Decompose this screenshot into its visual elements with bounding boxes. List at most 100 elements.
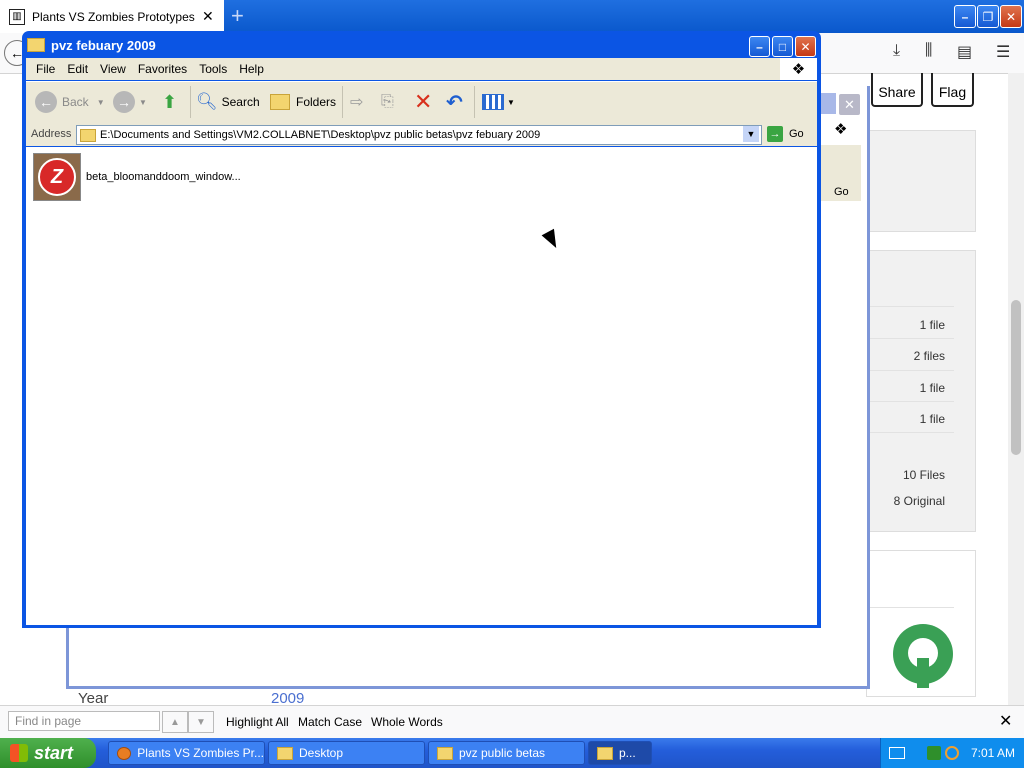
browser-tab-title: Plants VS Zombies Prototypes and bbox=[32, 9, 196, 24]
copy-to-icon: ⎘ bbox=[381, 93, 394, 110]
find-previous-button[interactable]: ▲ bbox=[162, 711, 188, 733]
info-card bbox=[866, 130, 976, 232]
network-icon[interactable] bbox=[927, 746, 941, 760]
search-icon[interactable] bbox=[945, 746, 959, 760]
windows-logo-icon: ❖ bbox=[780, 58, 817, 80]
folders-button[interactable]: Folders bbox=[270, 91, 336, 113]
taskbar-item-label: Plants VS Zombies Pr... bbox=[137, 746, 264, 760]
total-files: 10 Files bbox=[902, 468, 945, 482]
clock[interactable]: 7:01 AM bbox=[971, 746, 1015, 760]
search-label: Search bbox=[221, 95, 260, 109]
back-label: Back bbox=[62, 95, 89, 109]
divider bbox=[866, 432, 954, 433]
delete-icon: ✕ bbox=[414, 89, 433, 114]
page-scrollbar-thumb[interactable] bbox=[1011, 300, 1021, 455]
museum-icon: ▥ bbox=[9, 8, 25, 25]
address-field[interactable]: E:\Documents and Settings\VM2.COLLABNET\… bbox=[76, 125, 762, 145]
folder-icon bbox=[27, 38, 45, 52]
menu-help[interactable]: Help bbox=[239, 62, 264, 76]
menu-view[interactable]: View bbox=[100, 62, 126, 76]
go-label: Go bbox=[789, 128, 804, 140]
search-icon: 🔍︎ bbox=[196, 92, 218, 111]
download-icon[interactable]: ⤓ bbox=[893, 42, 900, 60]
divider bbox=[474, 86, 475, 118]
taskbar-item-pvz-febuary[interactable]: p... bbox=[588, 741, 652, 765]
new-tab-button[interactable]: + bbox=[231, 4, 244, 28]
menu-tools[interactable]: Tools bbox=[199, 62, 227, 76]
browser-maximize-button[interactable]: ❐ bbox=[977, 5, 999, 28]
highlight-all-option[interactable]: Highlight All bbox=[226, 715, 289, 729]
folder-icon bbox=[270, 94, 290, 110]
taskbar-item-label: Desktop bbox=[299, 746, 344, 760]
browser-minimize-button[interactable]: – bbox=[954, 5, 976, 28]
go-arrow-icon: → bbox=[767, 126, 783, 142]
undo-button[interactable]: ↶ bbox=[446, 91, 463, 114]
menu-file[interactable]: File bbox=[36, 62, 55, 76]
go-button[interactable]: → Go bbox=[767, 126, 804, 142]
taskbar-item-desktop[interactable]: Desktop bbox=[268, 741, 425, 765]
library-icon[interactable]: ⫼ bbox=[925, 42, 932, 60]
file-count: 1 file bbox=[919, 318, 945, 332]
divider bbox=[342, 86, 343, 118]
whole-words-option[interactable]: Whole Words bbox=[371, 715, 443, 729]
minimize-button[interactable]: – bbox=[749, 36, 770, 57]
divider bbox=[866, 306, 954, 307]
flag-button[interactable]: Flag bbox=[931, 73, 974, 107]
delete-button[interactable]: ✕ bbox=[414, 89, 433, 114]
menu-edit[interactable]: Edit bbox=[67, 62, 88, 76]
windows-logo-icon bbox=[10, 744, 28, 762]
background-close-button[interactable]: ✕ bbox=[838, 93, 861, 116]
system-tray: 7:01 AM bbox=[880, 738, 1024, 768]
chevron-down-icon[interactable]: ▼ bbox=[743, 126, 759, 142]
views-icon bbox=[482, 94, 504, 110]
taskbar-item-label: pvz public betas bbox=[459, 746, 546, 760]
file-name: beta_bloomanddoom_window... bbox=[86, 171, 241, 183]
start-button[interactable]: start bbox=[0, 738, 96, 768]
browser-tab[interactable]: ▥ Plants VS Zombies Prototypes and ✕ bbox=[0, 0, 224, 33]
file-list-area[interactable] bbox=[26, 147, 817, 625]
address-label: Address bbox=[31, 128, 72, 140]
search-button[interactable]: 🔍︎ Search bbox=[196, 91, 260, 113]
undo-icon: ↶ bbox=[446, 91, 463, 114]
match-case-option[interactable]: Match Case bbox=[298, 715, 362, 729]
divider bbox=[866, 607, 954, 608]
up-folder-button[interactable]: ⬆ bbox=[162, 91, 177, 113]
open-source-logo-notch bbox=[917, 658, 929, 688]
move-to-button[interactable]: ⇨ bbox=[350, 91, 363, 113]
back-button[interactable]: ← Back ▼ bbox=[35, 91, 105, 113]
explorer-title-bar[interactable]: pvz febuary 2009 bbox=[27, 34, 747, 56]
share-button[interactable]: Share bbox=[871, 73, 923, 107]
background-go-button[interactable]: Go bbox=[818, 183, 861, 201]
chevron-down-icon[interactable]: ▼ bbox=[97, 98, 105, 107]
keyboard-icon[interactable] bbox=[889, 747, 905, 759]
divider bbox=[866, 370, 954, 371]
file-count: 2 files bbox=[913, 349, 945, 363]
close-tab-icon[interactable]: ✕ bbox=[202, 8, 214, 25]
menu-icon[interactable]: ☰ bbox=[996, 42, 1010, 62]
forward-button[interactable]: → ▼ bbox=[113, 91, 147, 113]
taskbar-item-firefox[interactable]: Plants VS Zombies Pr... bbox=[108, 741, 265, 765]
menu-bar: File Edit View Favorites Tools Help bbox=[26, 58, 817, 80]
file-count: 1 file bbox=[919, 381, 945, 395]
maximize-button[interactable]: □ bbox=[772, 36, 793, 57]
menu-favorites[interactable]: Favorites bbox=[138, 62, 187, 76]
close-button[interactable]: ✕ bbox=[795, 36, 816, 57]
find-input[interactable]: Find in page bbox=[8, 711, 160, 731]
folder-icon bbox=[80, 128, 96, 142]
find-next-button[interactable]: ▼ bbox=[188, 711, 214, 733]
chevron-down-icon: ▼ bbox=[507, 97, 515, 107]
forward-arrow-icon: → bbox=[113, 91, 135, 113]
sidebar-icon[interactable]: ▤ bbox=[957, 42, 972, 62]
copy-to-button[interactable]: ⎘ bbox=[381, 91, 394, 113]
taskbar-item-label: p... bbox=[619, 746, 636, 760]
folder-icon bbox=[597, 746, 613, 760]
firefox-icon bbox=[117, 746, 132, 760]
browser-close-button[interactable]: ✕ bbox=[1000, 5, 1022, 28]
original-files: 8 Original bbox=[893, 494, 945, 508]
background-toolbar bbox=[818, 145, 861, 183]
chevron-down-icon[interactable]: ▼ bbox=[139, 98, 147, 107]
close-icon[interactable]: ✕ bbox=[999, 711, 1012, 731]
file-item[interactable]: Z beta_bloomanddoom_window... bbox=[33, 153, 241, 201]
taskbar-item-pvz-public-betas[interactable]: pvz public betas bbox=[428, 741, 585, 765]
views-button[interactable]: ▼ bbox=[482, 91, 515, 113]
